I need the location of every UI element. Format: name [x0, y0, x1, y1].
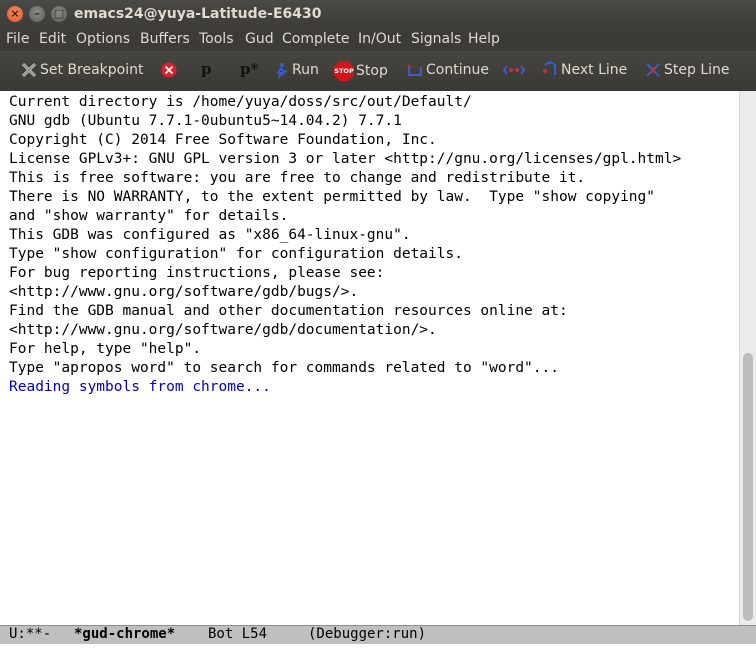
- menu-complete[interactable]: Complete: [282, 31, 349, 47]
- maximize-window-button[interactable]: □: [51, 6, 67, 22]
- print-icon: p: [201, 60, 212, 78]
- buffer-line: Type "apropos word" to search for comman…: [9, 360, 559, 376]
- remove-breakpoint-button[interactable]: [160, 61, 178, 81]
- buffer-line: Find the GDB manual and other documentat…: [9, 303, 568, 319]
- menu-signals[interactable]: Signals: [411, 31, 461, 47]
- menu-options[interactable]: Options: [76, 31, 130, 47]
- print-star-icon: p*: [240, 60, 259, 78]
- next-line-button[interactable]: Next Line: [541, 61, 627, 81]
- minimize-icon: –: [34, 7, 40, 20]
- set-breakpoint-button[interactable]: Set Breakpoint: [20, 61, 144, 81]
- print-expression-button[interactable]: p: [201, 60, 212, 80]
- buffer-line: GNU gdb (Ubuntu 7.7.1-0ubuntu5~14.04.2) …: [9, 113, 402, 129]
- breakpoint-icon: [21, 62, 37, 78]
- menu-help[interactable]: Help: [468, 31, 500, 47]
- buffer-line: <http://www.gnu.org/software/gdb/bugs/>.: [9, 284, 359, 300]
- title-bar: × – □ emacs24@yuya-Latitude-E6430: [0, 0, 756, 29]
- maximize-icon: □: [53, 7, 65, 20]
- scrollbar-thumb[interactable]: [743, 353, 753, 621]
- run-button[interactable]: Run: [272, 61, 319, 81]
- buffer-line: License GPLv3+: GNU GPL version 3 or lat…: [9, 151, 682, 167]
- close-window-button[interactable]: ×: [7, 6, 23, 22]
- buffer-line: There is NO WARRANTY, to the extent perm…: [9, 189, 656, 205]
- mode-line: U:**- *gud-chrome* Bot L54 (Debugger:run…: [0, 625, 756, 645]
- step-line-icon: [646, 63, 660, 77]
- continue-button[interactable]: Continue: [406, 61, 489, 81]
- menu-gud[interactable]: Gud: [245, 31, 274, 47]
- print-dereference-button[interactable]: p*: [240, 60, 258, 80]
- remove-breakpoint-icon: [161, 62, 177, 78]
- minimize-window-button[interactable]: –: [29, 6, 45, 22]
- menu-in-out[interactable]: In/Out: [358, 31, 401, 47]
- next-line-icon: [542, 61, 556, 75]
- tool-bar: Set Breakpoint p p* Run STOP Stop Continu…: [0, 51, 756, 92]
- menu-tools[interactable]: Tools: [199, 31, 234, 47]
- stop-button[interactable]: STOP Stop: [334, 61, 388, 81]
- modeline-mode[interactable]: (Debugger:run): [308, 626, 426, 642]
- stop-icon: STOP: [334, 61, 354, 81]
- gud-buffer[interactable]: Current directory is /home/yuya/doss/src…: [0, 91, 739, 625]
- next-button[interactable]: [503, 61, 525, 81]
- minibuffer[interactable]: [0, 644, 756, 661]
- modeline-status: U:**-: [9, 626, 52, 642]
- buffer-line-reading-symbols: Reading symbols from chrome...: [9, 379, 271, 395]
- buffer-line: Type "show configuration" for configurat…: [9, 246, 463, 262]
- menu-file[interactable]: File: [6, 31, 29, 47]
- menu-buffers[interactable]: Buffers: [140, 31, 190, 47]
- window-title: emacs24@yuya-Latitude-E6430: [74, 6, 322, 22]
- menu-edit[interactable]: Edit: [39, 31, 66, 47]
- buffer-line: Copyright (C) 2014 Free Software Foundat…: [9, 132, 437, 148]
- menu-bar: File Edit Options Buffers Tools Gud Comp…: [0, 29, 756, 51]
- vertical-scrollbar[interactable]: [739, 91, 756, 625]
- buffer-line: Current directory is /home/yuya/doss/src…: [9, 94, 472, 110]
- step-line-button[interactable]: Step Line: [644, 61, 730, 81]
- modeline-buffer-name[interactable]: *gud-chrome*: [74, 626, 175, 642]
- buffer-line: This is free software: you are free to c…: [9, 170, 586, 186]
- continue-icon: [407, 64, 422, 76]
- run-icon: [276, 62, 288, 79]
- buffer-line: For bug reporting instructions, please s…: [9, 265, 385, 281]
- buffer-line: For help, type "help".: [9, 341, 202, 357]
- next-icon: [503, 65, 525, 75]
- buffer-line: This GDB was configured as "x86_64-linux…: [9, 227, 411, 243]
- modeline-position: Bot L54: [208, 626, 268, 642]
- close-icon: ×: [10, 7, 20, 20]
- buffer-line: and "show warranty" for details.: [9, 208, 289, 224]
- buffer-line: <http://www.gnu.org/software/gdb/documen…: [9, 322, 437, 338]
